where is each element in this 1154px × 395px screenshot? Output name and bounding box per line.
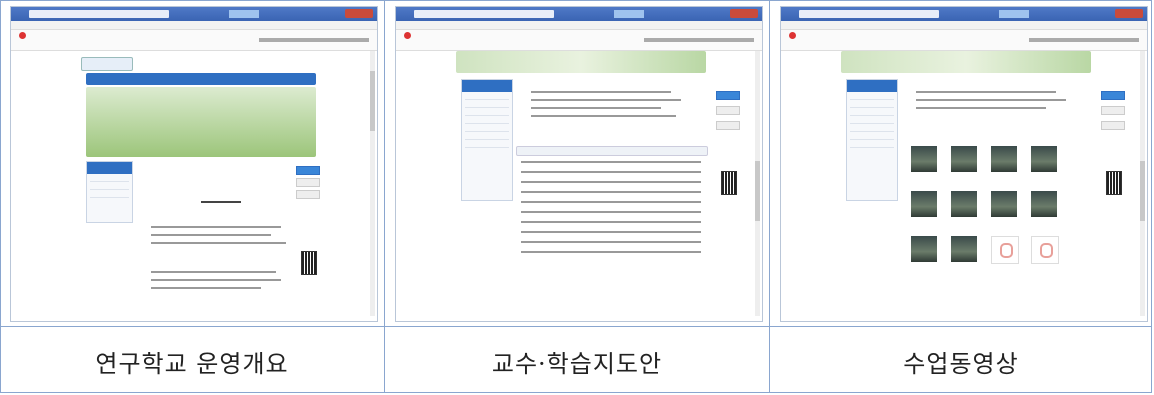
toolbar-links[interactable]	[1029, 38, 1139, 42]
screenshot-class-videos	[780, 6, 1148, 322]
browser-toolbar	[396, 30, 762, 51]
quick-link-button[interactable]	[716, 121, 740, 130]
content-line	[531, 107, 661, 109]
placeholder-thumbnail[interactable]	[991, 236, 1019, 264]
main-banner-image	[86, 87, 316, 157]
row-divider	[0, 326, 1152, 327]
window-controls[interactable]	[345, 9, 373, 18]
video-thumbnail[interactable]	[911, 191, 937, 217]
video-thumbnail[interactable]	[911, 146, 937, 172]
content-line	[916, 91, 1056, 93]
content-line	[151, 279, 281, 281]
table-row[interactable]	[521, 211, 701, 213]
table-row[interactable]	[521, 221, 701, 223]
browser-tab[interactable]	[229, 10, 259, 18]
browser-toolbar	[781, 30, 1147, 51]
video-thumbnail[interactable]	[991, 191, 1017, 217]
home-icon[interactable]	[789, 32, 796, 39]
video-thumbnail[interactable]	[911, 236, 937, 262]
quick-link-button[interactable]	[296, 190, 320, 199]
table-row[interactable]	[521, 161, 701, 163]
content-line	[531, 115, 676, 117]
toolbar-links[interactable]	[644, 38, 754, 42]
toolbar-links[interactable]	[259, 38, 369, 42]
browser-tab[interactable]	[614, 10, 644, 18]
quick-link-button[interactable]	[1101, 121, 1125, 130]
qr-code	[1106, 171, 1122, 195]
content-line	[151, 242, 286, 244]
table-row[interactable]	[521, 231, 701, 233]
home-icon[interactable]	[19, 32, 26, 39]
screenshot-research-overview	[10, 6, 378, 322]
browser-menubar[interactable]	[781, 21, 1147, 36]
table-row[interactable]	[521, 181, 701, 183]
content-line	[916, 99, 1066, 101]
quick-link-button[interactable]	[296, 166, 320, 175]
content-line	[531, 91, 671, 93]
quick-link-button[interactable]	[716, 106, 740, 115]
quick-link-button[interactable]	[1101, 91, 1125, 100]
address-bar[interactable]	[414, 10, 554, 18]
top-navigation[interactable]	[86, 73, 316, 85]
browser-titlebar	[781, 7, 1147, 21]
video-thumbnail[interactable]	[991, 146, 1017, 172]
table-row[interactable]	[521, 251, 701, 253]
school-logo[interactable]	[81, 57, 133, 71]
window-controls[interactable]	[730, 9, 758, 18]
placeholder-thumbnail[interactable]	[1031, 236, 1059, 264]
quick-link-button[interactable]	[716, 91, 740, 100]
content-line	[151, 287, 261, 289]
banner-image	[841, 51, 1091, 73]
web-page	[11, 51, 377, 321]
page-title	[201, 201, 241, 203]
address-bar[interactable]	[29, 10, 169, 18]
table-row[interactable]	[521, 201, 701, 203]
content-line	[151, 226, 281, 228]
window-controls[interactable]	[1115, 9, 1143, 18]
browser-titlebar	[396, 7, 762, 21]
scrollbar[interactable]	[755, 51, 760, 316]
scrollbar[interactable]	[1140, 51, 1145, 316]
caption-lesson-plan: 교수·학습지도안	[491, 349, 663, 378]
web-page	[781, 51, 1147, 321]
table-row[interactable]	[521, 171, 701, 173]
table-row[interactable]	[521, 241, 701, 243]
caption-research-overview: 연구학교 운영개요	[95, 349, 289, 378]
content-line	[151, 234, 271, 236]
side-menu[interactable]	[846, 79, 898, 201]
banner-image	[456, 51, 706, 73]
video-thumbnail[interactable]	[951, 236, 977, 262]
video-thumbnail[interactable]	[1031, 146, 1057, 172]
table-row[interactable]	[521, 191, 701, 193]
web-page	[396, 51, 762, 321]
screenshot-lesson-plan	[395, 6, 763, 322]
video-thumbnail[interactable]	[1031, 191, 1057, 217]
caption-class-videos: 수업동영상	[903, 349, 1019, 378]
browser-tab[interactable]	[999, 10, 1029, 18]
content-line	[531, 99, 681, 101]
video-thumbnail[interactable]	[951, 146, 977, 172]
qr-code	[721, 171, 737, 195]
qr-code	[301, 251, 317, 275]
content-line	[916, 107, 1046, 109]
content-line	[151, 271, 276, 273]
side-menu[interactable]	[461, 79, 513, 201]
quick-link-button[interactable]	[296, 178, 320, 187]
browser-titlebar	[11, 7, 377, 21]
browser-menubar[interactable]	[11, 21, 377, 36]
scrollbar[interactable]	[370, 51, 375, 316]
browser-menubar[interactable]	[396, 21, 762, 36]
side-menu[interactable]	[86, 161, 133, 223]
quick-link-button[interactable]	[1101, 106, 1125, 115]
board-header	[516, 146, 708, 156]
home-icon[interactable]	[404, 32, 411, 39]
browser-toolbar	[11, 30, 377, 51]
address-bar[interactable]	[799, 10, 939, 18]
video-thumbnail[interactable]	[951, 191, 977, 217]
